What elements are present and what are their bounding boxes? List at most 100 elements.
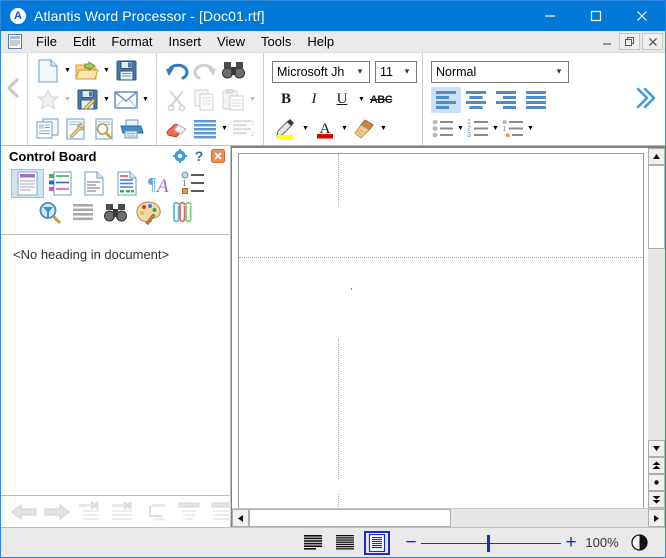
binoculars-icon[interactable]	[99, 199, 132, 228]
menu-item-file[interactable]: File	[28, 32, 65, 51]
artist-palette-icon[interactable]	[132, 199, 165, 228]
bookmarks-document-icon[interactable]	[77, 169, 110, 198]
vertical-scrollbar-track[interactable]	[648, 249, 665, 440]
window-minimize-button[interactable]	[527, 1, 573, 31]
left-arrow-icon[interactable]	[7, 498, 40, 526]
window-maximize-button[interactable]	[573, 1, 619, 31]
undo-arrow-icon[interactable]	[163, 57, 191, 84]
font-color-a-icon[interactable]: A	[311, 115, 339, 142]
contrast-half-circle-icon[interactable]	[626, 531, 652, 555]
bulleted-list-dropdown[interactable]	[455, 115, 466, 142]
redo-arrow-icon[interactable]	[191, 57, 219, 84]
zoom-slider[interactable]	[421, 532, 561, 554]
font-color-dropdown[interactable]	[339, 115, 350, 142]
paint-brush-icon[interactable]	[350, 115, 378, 142]
scroll-right-button[interactable]	[648, 509, 665, 527]
align-right-icon[interactable]	[491, 87, 521, 113]
font-name-combobox[interactable]: Microsoft Jh ▾	[272, 61, 370, 83]
horizontal-scrollbar[interactable]	[232, 508, 665, 527]
delete-heading-icon[interactable]	[73, 498, 106, 526]
menu-item-help[interactable]: Help	[299, 32, 342, 51]
envelope-icon[interactable]	[112, 86, 140, 113]
numbering-list-icon[interactable]: 1	[176, 169, 209, 198]
menu-item-view[interactable]: View	[209, 32, 253, 51]
scissors-icon[interactable]	[163, 86, 191, 113]
browse-object-dot-button[interactable]	[648, 474, 665, 491]
new-document-dropdown[interactable]	[62, 57, 73, 84]
font-size-combobox[interactable]: 11 ▾	[375, 61, 417, 83]
multilevel-list-icon[interactable]: 1	[501, 115, 525, 142]
paper-clips-icon[interactable]	[165, 199, 198, 228]
menu-item-insert[interactable]: Insert	[161, 32, 210, 51]
bold-button[interactable]: B	[272, 87, 300, 113]
normal-view-icon[interactable]	[300, 531, 326, 555]
align-left-icon[interactable]	[431, 87, 461, 113]
close-box-icon[interactable]	[210, 148, 226, 164]
horizontal-scrollbar-thumb[interactable]	[249, 509, 451, 527]
document-icon[interactable]	[7, 34, 23, 50]
binoculars-icon[interactable]	[219, 57, 247, 84]
favorites-dropdown[interactable]	[62, 86, 73, 113]
align-justify-icon[interactable]	[521, 87, 551, 113]
gear-icon[interactable]	[172, 148, 188, 164]
menu-item-tools[interactable]: Tools	[253, 32, 299, 51]
menu-item-format[interactable]: Format	[103, 32, 160, 51]
toolbar-collapse-left-button[interactable]	[1, 53, 27, 145]
zoom-slider-knob[interactable]	[487, 535, 490, 552]
strikethrough-button[interactable]: ABC	[367, 87, 395, 113]
print-preview-icon[interactable]	[90, 115, 118, 142]
draft-view-icon[interactable]	[332, 531, 358, 555]
underline-button[interactable]: U	[328, 87, 356, 113]
menu-item-edit[interactable]: Edit	[65, 32, 103, 51]
open-folder-icon[interactable]	[73, 57, 101, 84]
underline-dropdown[interactable]	[356, 86, 367, 113]
delete-section-icon[interactable]	[106, 498, 139, 526]
multilevel-list-dropdown[interactable]	[525, 115, 536, 142]
document-wrench-icon[interactable]	[62, 115, 90, 142]
scroll-up-button[interactable]	[648, 148, 665, 165]
magnifier-icon[interactable]	[33, 199, 66, 228]
page-view-icon[interactable]	[364, 531, 390, 555]
question-mark-icon[interactable]: ?	[191, 148, 207, 164]
star-icon[interactable]	[34, 86, 62, 113]
promote-heading-icon[interactable]	[139, 498, 172, 526]
printer-icon[interactable]	[118, 115, 146, 142]
page-setup-icon[interactable]	[34, 115, 62, 142]
right-arrow-icon[interactable]	[40, 498, 73, 526]
format-painter-dropdown[interactable]	[378, 115, 389, 142]
bulleted-list-icon[interactable]	[431, 115, 455, 142]
paragraph-style-dropdown[interactable]	[219, 115, 230, 142]
paste-dropdown[interactable]	[247, 86, 258, 113]
paragraph-style-combobox[interactable]: Normal ▾	[431, 61, 569, 83]
pilcrow-a-icon[interactable]: ¶ A	[143, 169, 176, 198]
document-page[interactable]	[238, 153, 644, 508]
copy-icon[interactable]	[191, 86, 219, 113]
indent-lines-icon[interactable]: 2 2	[230, 115, 258, 142]
italic-button[interactable]: I	[300, 87, 328, 113]
vertical-scrollbar[interactable]	[648, 146, 665, 508]
zoom-in-button[interactable]: +	[561, 532, 581, 554]
zoom-out-button[interactable]: −	[401, 532, 421, 554]
eraser-icon[interactable]	[163, 115, 191, 142]
previous-page-button[interactable]	[648, 457, 665, 474]
align-center-icon[interactable]	[461, 87, 491, 113]
collapse-all-icon[interactable]	[172, 498, 205, 526]
save-as-dropdown[interactable]	[101, 86, 112, 113]
headings-document-icon[interactable]	[11, 169, 44, 198]
styles-document-icon[interactable]	[44, 169, 77, 198]
floppy-save-icon[interactable]	[112, 57, 140, 84]
highlight-color-dropdown[interactable]	[300, 115, 311, 142]
open-document-dropdown[interactable]	[101, 57, 112, 84]
scroll-left-button[interactable]	[232, 509, 249, 527]
next-page-button[interactable]	[648, 491, 665, 508]
floppy-save-as-icon[interactable]	[73, 86, 101, 113]
mdi-minimize-button[interactable]	[596, 33, 617, 50]
numbered-list-dropdown[interactable]	[490, 115, 501, 142]
zoom-percent-label[interactable]: 100%	[581, 535, 623, 550]
vertical-scrollbar-thumb[interactable]	[648, 165, 665, 249]
highlighter-pen-icon[interactable]	[272, 115, 300, 142]
paragraph-lines-icon[interactable]	[66, 199, 99, 228]
numbered-list-icon[interactable]: 1 2 3	[466, 115, 490, 142]
scroll-down-button[interactable]	[648, 440, 665, 457]
mdi-close-button[interactable]	[642, 33, 663, 50]
